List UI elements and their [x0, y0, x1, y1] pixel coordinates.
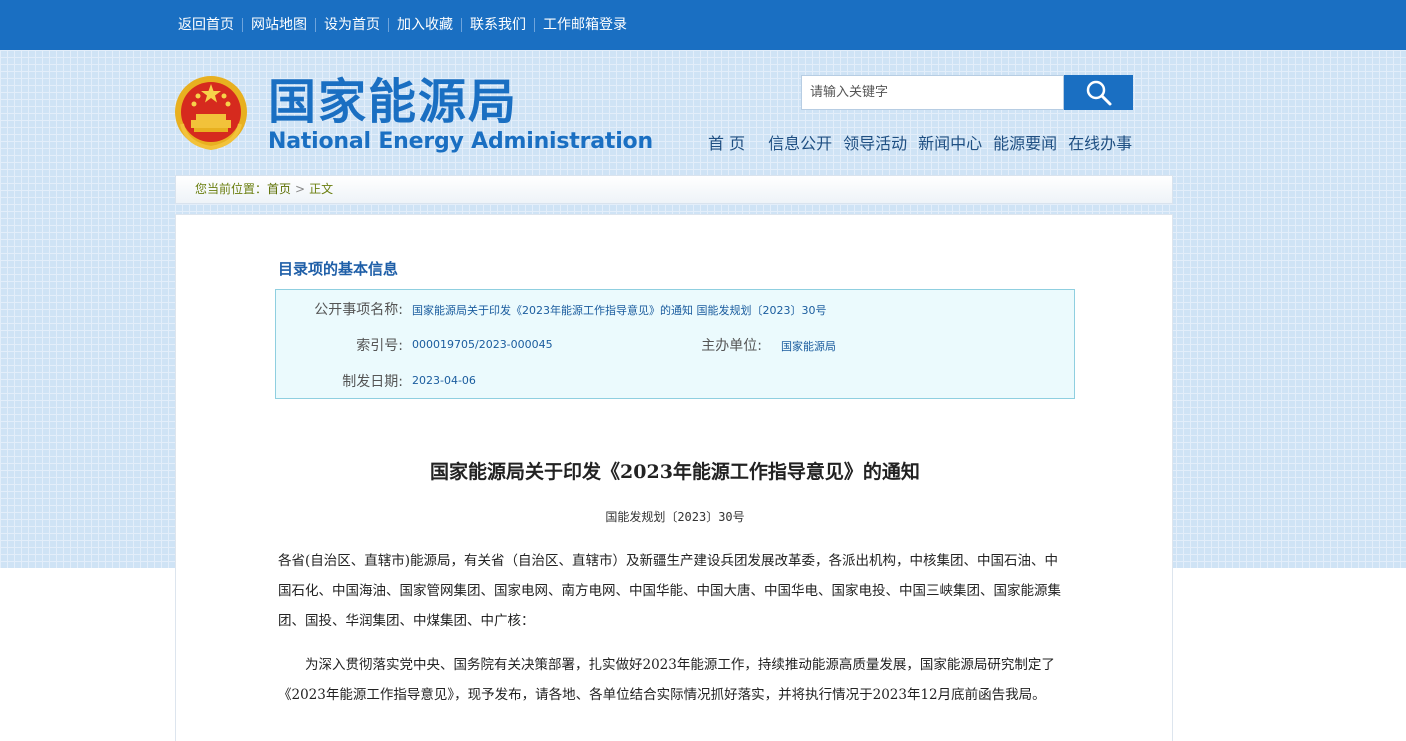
- info-name-label: 公开事项名称:: [314, 302, 403, 318]
- document-title: 国家能源局关于印发《2023年能源工作指导意见》的通知: [430, 461, 920, 483]
- nav-info-disclosure[interactable]: 信息公开: [768, 130, 832, 154]
- search-icon: [1086, 80, 1111, 105]
- top-link-favorite[interactable]: 加入收藏: [388, 18, 461, 32]
- breadcrumb-current: 正文: [309, 182, 334, 196]
- logo-title-cn: 国家能源局: [268, 74, 519, 130]
- top-link-mail-login[interactable]: 工作邮箱登录: [534, 18, 635, 32]
- content-panel: 目录项的基本信息 公开事项名称: 国家能源局关于印发《2023年能源工作指导意见…: [175, 214, 1173, 741]
- nav-home[interactable]: 首 页: [708, 130, 745, 154]
- info-date-value: 2023-04-06: [412, 374, 476, 387]
- top-link-set-homepage[interactable]: 设为首页: [315, 18, 388, 32]
- national-emblem-icon: [175, 76, 247, 151]
- info-index-label: 索引号:: [356, 338, 403, 354]
- info-org-value: 国家能源局: [781, 340, 836, 353]
- breadcrumb: 您当前位置：首页 > 正文: [175, 175, 1173, 204]
- top-bar: 返回首页 网站地图 设为首页 加入收藏 联系我们 工作邮箱登录: [0, 0, 1406, 50]
- nav-online-services[interactable]: 在线办事: [1068, 130, 1132, 154]
- top-link-contact[interactable]: 联系我们: [461, 18, 534, 32]
- breadcrumb-home[interactable]: 首页: [267, 182, 291, 196]
- top-links: 返回首页 网站地图 设为首页 加入收藏 联系我们 工作邮箱登录: [178, 0, 635, 50]
- info-date-label: 制发日期:: [342, 374, 403, 390]
- nav-news-center[interactable]: 新闻中心: [918, 130, 982, 154]
- search-button[interactable]: [1064, 75, 1133, 110]
- top-link-home[interactable]: 返回首页: [178, 18, 242, 32]
- info-org-label: 主办单位:: [701, 338, 762, 354]
- top-link-sitemap[interactable]: 网站地图: [242, 18, 315, 32]
- nav-leadership[interactable]: 领导活动: [843, 130, 907, 154]
- chevron-right-icon: >: [295, 182, 306, 196]
- logo-title-en: National Energy Administration: [268, 129, 653, 154]
- document-paragraph-recipients: 各省(自治区、直辖市)能源局，有关省（自治区、直辖市）及新疆生产建设兵团发展改革…: [278, 553, 1061, 629]
- info-index-value: 000019705/2023-000045: [412, 338, 553, 351]
- search-input[interactable]: 请输入关键字: [801, 75, 1064, 110]
- breadcrumb-prefix: 您当前位置：: [195, 182, 268, 196]
- document-paragraph-body: 为深入贯彻落实党中央、国务院有关决策部署，扎实做好2023年能源工作，持续推动能…: [278, 657, 1055, 703]
- document-number: 国能发规划〔2023〕30号: [605, 510, 745, 524]
- main-nav: 首 页 信息公开 领导活动 新闻中心 能源要闻 在线办事: [708, 130, 1143, 154]
- info-box: 公开事项名称: 国家能源局关于印发《2023年能源工作指导意见》的通知 国能发规…: [275, 289, 1075, 399]
- nav-energy-news[interactable]: 能源要闻: [993, 130, 1057, 154]
- info-heading: 目录项的基本信息: [278, 260, 399, 278]
- info-name-value: 国家能源局关于印发《2023年能源工作指导意见》的通知 国能发规划〔2023〕3…: [412, 304, 827, 317]
